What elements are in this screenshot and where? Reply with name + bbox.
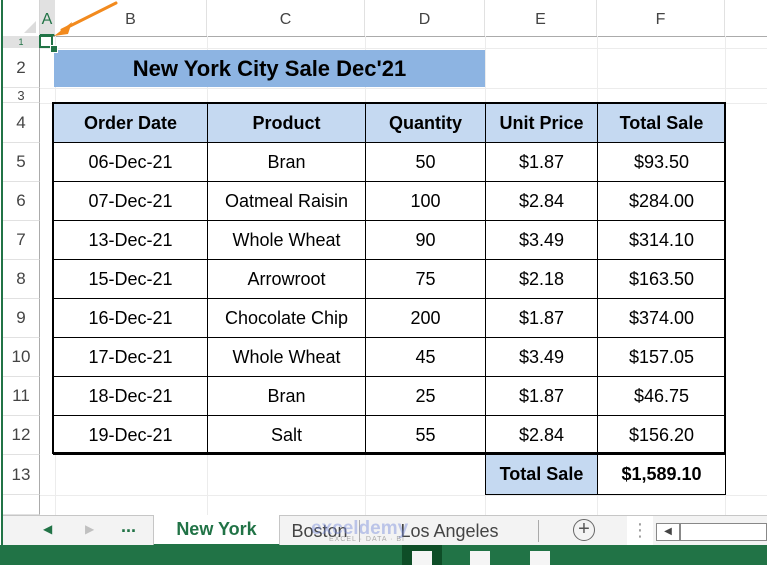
- order-date-cell[interactable]: 15-Dec-21: [53, 259, 208, 299]
- product-cell[interactable]: Whole Wheat: [207, 220, 366, 260]
- page-break-preview-icon[interactable]: [530, 551, 550, 565]
- total-sale-cell[interactable]: $163.50: [597, 259, 726, 299]
- table-header-row: Order Date Product Quantity Unit Price T…: [53, 103, 726, 143]
- column-header-c[interactable]: C: [207, 0, 365, 36]
- row-header-13[interactable]: 13: [3, 455, 40, 495]
- product-cell[interactable]: Salt: [207, 415, 366, 455]
- annotation-arrow-icon: [54, 1, 118, 36]
- header-product[interactable]: Product: [207, 103, 366, 143]
- normal-view-icon[interactable]: [412, 551, 432, 565]
- unit-price-cell[interactable]: $1.87: [485, 298, 598, 338]
- total-sale-cell[interactable]: $374.00: [597, 298, 726, 338]
- tab-splitter-handle-icon[interactable]: ⋮: [627, 516, 653, 546]
- order-date-cell[interactable]: 13-Dec-21: [53, 220, 208, 260]
- select-all-button[interactable]: [3, 0, 40, 36]
- sheet-tab-los-angeles[interactable]: Los Angeles: [361, 520, 539, 542]
- gridline: [40, 495, 767, 496]
- table-row: 19-Dec-21 Salt 55 $2.84 $156.20: [53, 415, 726, 455]
- quantity-cell[interactable]: 90: [365, 220, 486, 260]
- page-layout-icon[interactable]: [470, 551, 490, 565]
- row-header-14[interactable]: [3, 495, 40, 515]
- horizontal-scrollbar[interactable]: ◀: [656, 523, 767, 541]
- sheet-tab-new-york[interactable]: New York: [153, 515, 280, 547]
- previous-sheet-icon[interactable]: ◀: [43, 522, 52, 536]
- sales-table: Order Date Product Quantity Unit Price T…: [53, 103, 726, 455]
- total-sale-cell[interactable]: $284.00: [597, 181, 726, 221]
- total-sale-label[interactable]: Total Sale: [485, 454, 598, 495]
- order-date-cell[interactable]: 16-Dec-21: [53, 298, 208, 338]
- scroll-left-icon[interactable]: ◀: [657, 524, 681, 540]
- row-header-7[interactable]: 7: [3, 221, 40, 260]
- gridline: [40, 88, 767, 89]
- add-sheet-icon[interactable]: +: [573, 519, 595, 541]
- column-header-f[interactable]: F: [597, 0, 725, 36]
- row-header-9[interactable]: 9: [3, 299, 40, 338]
- sheet-title-cell[interactable]: New York City Sale Dec'21: [54, 50, 485, 87]
- sheet-tab-bar: ◀ ▶ ... New York Boston Los Angeles exce…: [3, 515, 767, 547]
- order-date-cell[interactable]: 18-Dec-21: [53, 376, 208, 416]
- total-sale-cell[interactable]: $157.05: [597, 337, 726, 377]
- table-row: 07-Dec-21 Oatmeal Raisin 100 $2.84 $284.…: [53, 181, 726, 221]
- product-cell[interactable]: Whole Wheat: [207, 337, 366, 377]
- product-cell[interactable]: Bran: [207, 142, 366, 182]
- row-header-4[interactable]: 4: [3, 103, 40, 143]
- table-row: 15-Dec-21 Arrowroot 75 $2.18 $163.50: [53, 259, 726, 299]
- row-header-10[interactable]: 10: [3, 338, 40, 377]
- more-sheets-button[interactable]: ...: [121, 516, 136, 537]
- row-header-6[interactable]: 6: [3, 182, 40, 221]
- quantity-cell[interactable]: 75: [365, 259, 486, 299]
- order-date-cell[interactable]: 17-Dec-21: [53, 337, 208, 377]
- unit-price-cell[interactable]: $2.84: [485, 415, 598, 455]
- header-unit-price[interactable]: Unit Price: [485, 103, 598, 143]
- unit-price-cell[interactable]: $3.49: [485, 337, 598, 377]
- table-row: 18-Dec-21 Bran 25 $1.87 $46.75: [53, 376, 726, 416]
- column-header-g[interactable]: [725, 0, 767, 36]
- row-header-8[interactable]: 8: [3, 260, 40, 299]
- header-total-sale[interactable]: Total Sale: [597, 103, 726, 143]
- total-sale-cell[interactable]: $93.50: [597, 142, 726, 182]
- product-cell[interactable]: Chocolate Chip: [207, 298, 366, 338]
- row-header-11[interactable]: 11: [3, 377, 40, 416]
- total-sale-cell[interactable]: $156.20: [597, 415, 726, 455]
- row-header-5[interactable]: 5: [3, 143, 40, 182]
- next-sheet-icon[interactable]: ▶: [85, 522, 94, 536]
- quantity-cell[interactable]: 45: [365, 337, 486, 377]
- column-header-d[interactable]: D: [365, 0, 485, 36]
- unit-price-cell[interactable]: $3.49: [485, 220, 598, 260]
- header-quantity[interactable]: Quantity: [365, 103, 486, 143]
- row-header-2[interactable]: 2: [3, 48, 40, 88]
- header-order-date[interactable]: Order Date: [53, 103, 208, 143]
- unit-price-cell[interactable]: $2.18: [485, 259, 598, 299]
- total-sale-cell[interactable]: $314.10: [597, 220, 726, 260]
- row-header-1[interactable]: 1: [3, 36, 40, 48]
- status-bar: [0, 545, 767, 565]
- order-date-cell[interactable]: 19-Dec-21: [53, 415, 208, 455]
- quantity-cell[interactable]: 25: [365, 376, 486, 416]
- order-date-cell[interactable]: 06-Dec-21: [53, 142, 208, 182]
- column-header-e[interactable]: E: [485, 0, 597, 36]
- table-row: 06-Dec-21 Bran 50 $1.87 $93.50: [53, 142, 726, 182]
- gridline: [40, 48, 767, 49]
- table-row: 16-Dec-21 Chocolate Chip 200 $1.87 $374.…: [53, 298, 726, 338]
- total-sale-value[interactable]: $1,589.10: [597, 454, 726, 495]
- quantity-cell[interactable]: 50: [365, 142, 486, 182]
- select-all-triangle-icon: [24, 21, 36, 33]
- quantity-cell[interactable]: 55: [365, 415, 486, 455]
- product-cell[interactable]: Bran: [207, 376, 366, 416]
- unit-price-cell[interactable]: $1.87: [485, 142, 598, 182]
- quantity-cell[interactable]: 100: [365, 181, 486, 221]
- sheet-tab-boston[interactable]: Boston: [280, 520, 360, 542]
- order-date-cell[interactable]: 07-Dec-21: [53, 181, 208, 221]
- quantity-cell[interactable]: 200: [365, 298, 486, 338]
- unit-price-cell[interactable]: $1.87: [485, 376, 598, 416]
- row-header-3[interactable]: 3: [3, 88, 40, 103]
- total-sale-cell[interactable]: $46.75: [597, 376, 726, 416]
- table-row: 13-Dec-21 Whole Wheat 90 $3.49 $314.10: [53, 220, 726, 260]
- table-row: 17-Dec-21 Whole Wheat 45 $3.49 $157.05: [53, 337, 726, 377]
- product-cell[interactable]: Arrowroot: [207, 259, 366, 299]
- unit-price-cell[interactable]: $2.84: [485, 181, 598, 221]
- row-header-12[interactable]: 12: [3, 416, 40, 455]
- product-cell[interactable]: Oatmeal Raisin: [207, 181, 366, 221]
